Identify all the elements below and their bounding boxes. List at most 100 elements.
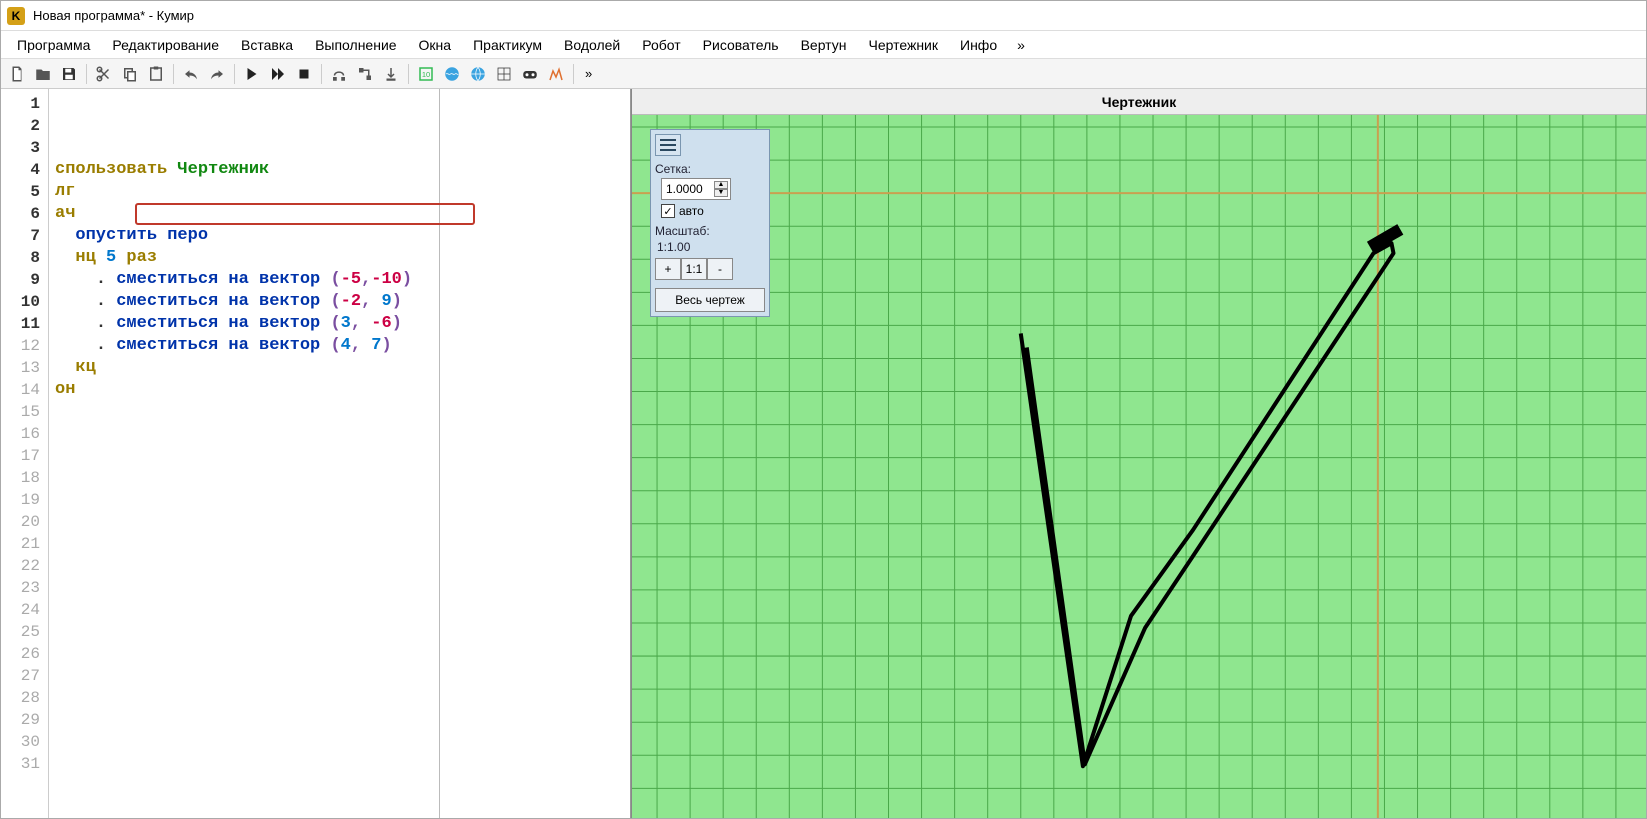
menubar: ПрограммаРедактированиеВставкаВыполнение… xyxy=(1,31,1646,59)
line-number: 25 xyxy=(1,621,48,643)
actor-game-icon[interactable] xyxy=(518,62,542,86)
code-editor[interactable]: спользовать Чертежниклгач опустить перо … xyxy=(49,89,440,818)
code-token: -10 xyxy=(371,270,402,289)
code-line[interactable]: спользовать Чертежник xyxy=(55,159,433,181)
cut-icon[interactable] xyxy=(92,62,116,86)
panel-menu-icon[interactable] xyxy=(655,134,681,156)
auto-label: авто xyxy=(679,204,704,218)
zoom-in-button[interactable]: + xyxy=(655,258,681,280)
actor-water-icon[interactable] xyxy=(440,62,464,86)
code-token: спользовать xyxy=(55,160,177,179)
line-number: 31 xyxy=(1,753,48,775)
line-number: 7 xyxy=(1,225,48,247)
line-number: 3 xyxy=(1,137,48,159)
code-token: лг xyxy=(55,182,75,201)
drafter-canvas[interactable]: Сетка: 1.0000 ▲▼ ✓ авто Масштаб: 1:1.00 … xyxy=(632,115,1646,818)
code-line[interactable]: . сместиться на вектор (3, -6) xyxy=(55,313,433,335)
actor-1-icon[interactable]: 10 xyxy=(414,62,438,86)
code-line[interactable]: . сместиться на вектор (-2, 9) xyxy=(55,291,433,313)
menu-окна[interactable]: Окна xyxy=(409,34,462,56)
toolbar-more[interactable]: » xyxy=(579,66,598,81)
auto-checkbox[interactable]: ✓ авто xyxy=(661,204,765,218)
code-token: . xyxy=(96,292,116,311)
code-line[interactable]: опустить перо xyxy=(55,225,433,247)
code-token: ач xyxy=(55,204,75,223)
menu-редактирование[interactable]: Редактирование xyxy=(102,34,229,56)
line-number: 30 xyxy=(1,731,48,753)
actor-grid-icon[interactable] xyxy=(492,62,516,86)
toolbar: 10 » xyxy=(1,59,1646,89)
code-token: , xyxy=(361,270,371,289)
code-token: ) xyxy=(392,314,402,333)
stop-icon[interactable] xyxy=(292,62,316,86)
grid-step-input[interactable]: 1.0000 ▲▼ xyxy=(661,178,731,200)
code-token: 5 xyxy=(106,248,116,267)
code-token: сместиться на вектор xyxy=(116,336,330,355)
line-number: 29 xyxy=(1,709,48,731)
menu-вставка[interactable]: Вставка xyxy=(231,34,303,56)
code-token: опустить перо xyxy=(75,226,208,245)
code-token: , xyxy=(351,314,371,333)
canvas-control-panel: Сетка: 1.0000 ▲▼ ✓ авто Масштаб: 1:1.00 … xyxy=(650,129,770,317)
toolbar-sep xyxy=(173,64,174,84)
code-line[interactable]: ач xyxy=(55,203,433,225)
code-token: раз xyxy=(116,248,157,267)
paste-icon[interactable] xyxy=(144,62,168,86)
line-gutter: 1234567891011121314151617181920212223242… xyxy=(1,89,49,818)
open-file-icon[interactable] xyxy=(31,62,55,86)
code-line[interactable]: нц 5 раз xyxy=(55,247,433,269)
code-token: сместиться на вектор xyxy=(116,270,330,289)
code-line[interactable]: . сместиться на вектор (-5,-10) xyxy=(55,269,433,291)
code-token: нц xyxy=(75,248,106,267)
menu-more[interactable]: » xyxy=(1009,34,1033,56)
menu-рисователь[interactable]: Рисователь xyxy=(693,34,789,56)
code-token: 4 xyxy=(341,336,351,355)
zoom-reset-button[interactable]: 1:1 xyxy=(681,258,707,280)
menu-программа[interactable]: Программа xyxy=(7,34,100,56)
code-token: ( xyxy=(330,292,340,311)
code-line[interactable]: он xyxy=(55,379,433,401)
copy-icon[interactable] xyxy=(118,62,142,86)
spin-down-icon[interactable]: ▼ xyxy=(714,189,728,197)
svg-text:10: 10 xyxy=(422,70,430,79)
drawing-svg xyxy=(632,115,1646,818)
undo-icon[interactable] xyxy=(179,62,203,86)
menu-выполнение[interactable]: Выполнение xyxy=(305,34,406,56)
checkbox-icon: ✓ xyxy=(661,204,675,218)
step-out-icon[interactable] xyxy=(379,62,403,86)
code-token: -5 xyxy=(341,270,361,289)
code-line[interactable]: кц xyxy=(55,357,433,379)
code-token: . xyxy=(96,336,116,355)
line-number: 17 xyxy=(1,445,48,467)
save-file-icon[interactable] xyxy=(57,62,81,86)
actor-draw-icon[interactable] xyxy=(544,62,568,86)
step-into-icon[interactable] xyxy=(353,62,377,86)
scale-value: 1:1.00 xyxy=(657,240,765,254)
new-file-icon[interactable] xyxy=(5,62,29,86)
run-icon[interactable] xyxy=(240,62,264,86)
code-line[interactable]: лг xyxy=(55,181,433,203)
redo-icon[interactable] xyxy=(205,62,229,86)
code-token: ) xyxy=(392,292,402,311)
menu-чертежник[interactable]: Чертежник xyxy=(858,34,948,56)
app-window: K Новая программа* - Кумир ПрограммаРеда… xyxy=(0,0,1647,819)
spin-up-icon[interactable]: ▲ xyxy=(714,181,728,189)
code-token: -6 xyxy=(371,314,391,333)
fit-all-button[interactable]: Весь чертеж xyxy=(655,288,765,312)
run-fast-icon[interactable] xyxy=(266,62,290,86)
code-line[interactable]: . сместиться на вектор (4, 7) xyxy=(55,335,433,357)
content-area: 1234567891011121314151617181920212223242… xyxy=(1,89,1646,818)
step-over-icon[interactable] xyxy=(327,62,351,86)
code-token: Чертежник xyxy=(177,160,269,179)
zoom-out-button[interactable]: - xyxy=(707,258,733,280)
code-token: 3 xyxy=(341,314,351,333)
line-number: 6 xyxy=(1,203,48,225)
code-token: сместиться на вектор xyxy=(116,292,330,311)
menu-вертун[interactable]: Вертун xyxy=(791,34,857,56)
line-number: 23 xyxy=(1,577,48,599)
menu-инфо[interactable]: Инфо xyxy=(950,34,1007,56)
menu-практикум[interactable]: Практикум xyxy=(463,34,552,56)
menu-водолей[interactable]: Водолей xyxy=(554,34,630,56)
actor-globe-icon[interactable] xyxy=(466,62,490,86)
menu-робот[interactable]: Робот xyxy=(632,34,690,56)
